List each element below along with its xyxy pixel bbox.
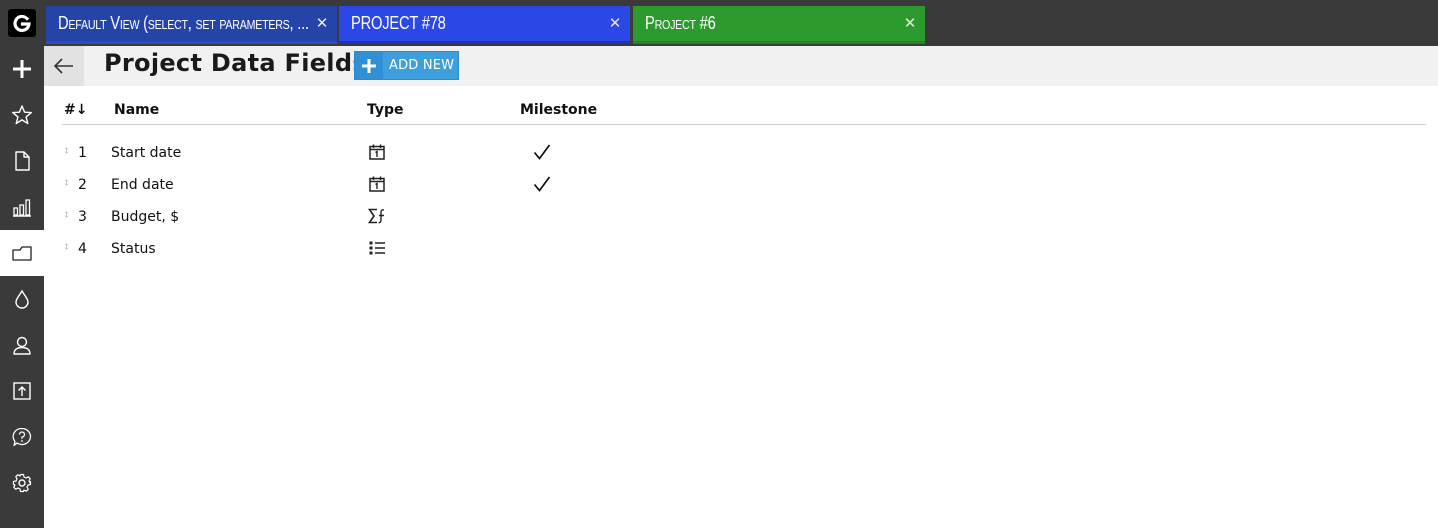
page-title: Project Data Fields xyxy=(104,49,367,77)
drag-handle-icon[interactable]: ↕ xyxy=(64,210,69,220)
row-number: 2 xyxy=(78,177,87,193)
tab-label: Default View (select, set parameters, ..… xyxy=(58,13,309,33)
tab-label: PROJECT #78 xyxy=(351,13,446,33)
tab-project-78[interactable]: PROJECT #78 ✕ xyxy=(339,6,630,44)
drop-icon[interactable] xyxy=(0,276,44,322)
page-header: Project Data Fields ADD NEW xyxy=(44,46,1438,86)
drag-handle-icon[interactable]: ↕ xyxy=(64,242,69,252)
row-name[interactable]: End date xyxy=(111,177,174,193)
row-name[interactable]: Budget, $ xyxy=(111,209,179,225)
row-name[interactable]: Status xyxy=(111,241,156,257)
document-icon[interactable] xyxy=(0,138,44,184)
column-header-milestone[interactable]: Milestone xyxy=(520,102,597,118)
plus-icon[interactable] xyxy=(0,46,44,92)
table-row[interactable]: ↕ 1 Start date xyxy=(62,138,1426,170)
add-new-button[interactable]: ADD NEW xyxy=(354,51,459,80)
table-row[interactable]: ↕ 4 Status xyxy=(62,234,1426,266)
calendar-icon xyxy=(367,142,387,162)
row-number: 1 xyxy=(78,145,87,161)
close-icon[interactable]: ✕ xyxy=(903,15,917,32)
column-header-num[interactable]: #↓ xyxy=(64,102,87,118)
column-header-name[interactable]: Name xyxy=(114,102,159,118)
check-icon xyxy=(532,174,552,194)
folder-icon[interactable] xyxy=(0,230,44,276)
gear-icon[interactable] xyxy=(0,460,44,506)
plus-icon xyxy=(355,52,383,79)
check-icon xyxy=(532,142,552,162)
calendar-icon xyxy=(367,174,387,194)
g-logo-icon[interactable] xyxy=(8,9,36,37)
left-sidebar xyxy=(0,0,44,528)
row-number: 4 xyxy=(78,241,87,257)
bar-chart-icon[interactable] xyxy=(0,184,44,230)
tab-label: Project #6 xyxy=(645,13,716,33)
back-button[interactable] xyxy=(44,46,84,86)
star-icon[interactable] xyxy=(0,92,44,138)
table-row[interactable]: ↕ 3 Budget, $ xyxy=(62,202,1426,234)
user-icon[interactable] xyxy=(0,322,44,368)
tab-bar: Default View (select, set parameters, ..… xyxy=(44,0,1438,46)
row-name[interactable]: Start date xyxy=(111,145,181,161)
close-icon[interactable]: ✕ xyxy=(608,15,622,32)
arrow-left-icon xyxy=(53,58,73,74)
table-row[interactable]: ↕ 2 End date xyxy=(62,170,1426,202)
close-icon[interactable]: ✕ xyxy=(315,15,329,32)
column-header-type[interactable]: Type xyxy=(367,102,404,118)
list-icon xyxy=(367,238,387,258)
table-header: #↓ Name Type Milestone xyxy=(62,96,1426,125)
tab-project-6[interactable]: Project #6 ✕ xyxy=(633,6,925,44)
row-number: 3 xyxy=(78,209,87,225)
drag-handle-icon[interactable]: ↕ xyxy=(64,178,69,188)
tab-default-view[interactable]: Default View (select, set parameters, ..… xyxy=(46,6,337,44)
help-icon[interactable] xyxy=(0,414,44,460)
upload-icon[interactable] xyxy=(0,368,44,414)
add-new-label: ADD NEW xyxy=(389,58,455,73)
formula-icon xyxy=(367,206,387,226)
drag-handle-icon[interactable]: ↕ xyxy=(64,146,69,156)
